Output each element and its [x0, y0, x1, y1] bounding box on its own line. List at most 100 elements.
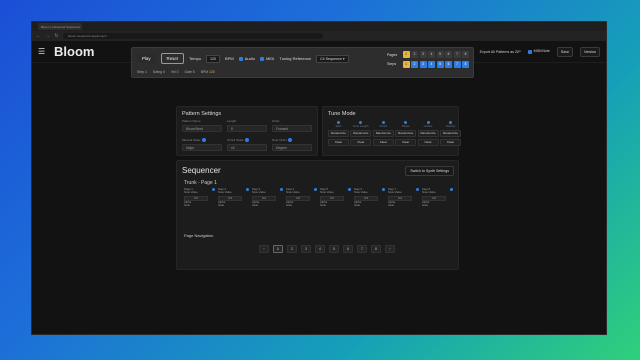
tuning-value: C4 Sequence [320, 56, 342, 61]
step-toggle-icon[interactable] [450, 188, 453, 191]
page-button[interactable]: 5 [436, 51, 444, 58]
clear-button[interactable]: Clear [395, 139, 417, 146]
randomize-button[interactable]: Randomize [417, 130, 439, 137]
page-nav-button[interactable]: 3 [301, 245, 311, 253]
app-title: Bloom [54, 44, 95, 59]
tune-column-head: Octave [418, 121, 439, 128]
chevron-down-icon: ▾ [342, 56, 345, 61]
randomize-button[interactable]: Randomize [372, 130, 394, 137]
pages-label: Pages [387, 52, 398, 57]
field-input[interactable]: BloomSeed [182, 125, 222, 132]
page-nav-button[interactable]: 5 [329, 245, 339, 253]
field-input[interactable]: 8 [227, 125, 267, 132]
back-icon[interactable]: ← [36, 33, 41, 39]
step-param-b: Gate [320, 203, 327, 208]
page-nav-button[interactable]: 4 [315, 245, 325, 253]
bpm-label: BPM [225, 56, 234, 61]
clear-button[interactable]: Clear [417, 139, 439, 146]
midi-label: MIDI [265, 56, 275, 61]
step-toggle-icon[interactable] [382, 188, 385, 191]
page-button[interactable]: 6 [445, 51, 452, 58]
page-nav-button[interactable]: ‹ [259, 245, 269, 253]
page-button[interactable]: 7 [453, 51, 461, 58]
randomize-button[interactable]: Randomize [439, 130, 461, 137]
step-select-button[interactable]: 8 [462, 60, 469, 68]
step-toggle-icon[interactable] [280, 188, 283, 191]
switch-synth-button[interactable]: Switch to Synth Settings [405, 166, 454, 176]
menu-icon[interactable]: ☰ [38, 47, 50, 56]
tab-bar: Bloom | Advanced Sequencer [32, 22, 606, 31]
randomize-button[interactable]: Randomize [328, 130, 349, 137]
status-vel-label: Vel [170, 70, 176, 74]
browser-tab[interactable]: Bloom | Advanced Sequencer [38, 23, 82, 30]
page-nav-button[interactable]: 2 [287, 245, 297, 253]
clear-button[interactable]: Clear [372, 139, 394, 146]
step-select-button[interactable]: 6 [445, 60, 452, 68]
tune-column-label: Octave [423, 124, 433, 128]
page-button[interactable]: 2 [411, 51, 418, 58]
audio-toggle[interactable]: Audio [238, 56, 255, 61]
page-step-selector: Pages 12345678 Steps 12345678 [387, 51, 469, 70]
step-param-b: Gate [422, 203, 429, 208]
clear-button[interactable]: Clear [439, 139, 461, 146]
reset-button[interactable]: Reset [160, 53, 185, 64]
tune-column-head: Start [328, 121, 349, 128]
midi-note-toggle[interactable]: MIDI/Note [527, 49, 550, 54]
step-column: Step 8 Note Value C3 Alpha Gate [422, 187, 456, 221]
status-swing-value: 0 [163, 70, 165, 74]
info-icon [201, 138, 206, 143]
tempo-input[interactable]: 120 [206, 54, 221, 63]
step-toggle-icon[interactable] [246, 188, 249, 191]
step-select-button[interactable]: 5 [436, 60, 444, 68]
page-button[interactable]: 1 [402, 51, 410, 58]
page-button[interactable]: 8 [462, 51, 469, 58]
steps-label: Steps [387, 62, 397, 66]
step-select-button[interactable]: 3 [419, 60, 427, 68]
page-nav-button[interactable]: 1 [273, 245, 283, 253]
reload-icon[interactable]: ↻ [54, 33, 59, 39]
step-select-button[interactable]: 1 [402, 60, 410, 68]
forward-icon[interactable]: → [45, 33, 50, 39]
step-select-button[interactable]: 4 [428, 60, 435, 68]
tune-mode-grid: Start Note Length Chord Phase Octave Velocity… [328, 121, 461, 146]
settings-field: Order Forward [272, 119, 312, 132]
step-toggle-icon[interactable] [314, 188, 317, 191]
status-bpm-value: 120 [209, 70, 215, 74]
page-nav-button[interactable]: › [385, 245, 395, 253]
status-step-label: Step [137, 70, 144, 74]
step-toggle-icon[interactable] [212, 188, 215, 191]
step-select-button[interactable]: 7 [453, 60, 461, 68]
pattern-settings-panel: Pattern Settings Pattern Name BloomSeed Le… [176, 106, 318, 156]
page-button[interactable]: 3 [419, 51, 427, 58]
field-input[interactable]: x3 [227, 144, 267, 152]
randomize-button[interactable]: Randomize [350, 130, 372, 137]
field-label: Note Order [272, 138, 287, 142]
clear-button[interactable]: Clear [350, 139, 372, 146]
field-input[interactable]: Major [182, 144, 222, 152]
export-all-button[interactable]: Export All Patterns as ZIP [480, 50, 521, 54]
clear-button[interactable]: Clear [328, 139, 349, 146]
play-button[interactable]: Play [137, 54, 156, 63]
page-nav-button[interactable]: 7 [357, 245, 367, 253]
page-button[interactable]: 4 [428, 51, 435, 58]
save-button[interactable]: Save [556, 46, 573, 57]
field-input[interactable]: Degree [272, 144, 312, 152]
step-column: Step 2 Note Value C3 Alpha Gate [218, 187, 252, 221]
step-sub-label: Note Value [218, 190, 232, 195]
pattern-settings-title: Pattern Settings [182, 111, 222, 117]
midi-toggle[interactable]: MIDI [259, 56, 275, 61]
step-toggle-icon[interactable] [348, 188, 351, 191]
step-column: Step 3 Note Value C3 Alpha Gate [252, 187, 286, 221]
address-bar: ← → ↻ bloom.sequencer.app/project [32, 31, 606, 41]
field-input[interactable]: Forward [272, 125, 312, 132]
step-toggle-icon[interactable] [416, 188, 419, 191]
step-select-button[interactable]: 2 [411, 60, 418, 68]
status-step: Step 1 [137, 70, 147, 74]
randomize-button[interactable]: Randomize [395, 130, 417, 137]
version-button[interactable]: Version [580, 46, 600, 57]
checkbox-icon [238, 56, 243, 61]
page-nav-button[interactable]: 6 [343, 245, 353, 253]
page-nav-button[interactable]: 8 [371, 245, 381, 253]
url-field[interactable]: bloom.sequencer.app/project [63, 33, 323, 39]
tuning-select[interactable]: C4 Sequence ▾ [316, 54, 349, 63]
